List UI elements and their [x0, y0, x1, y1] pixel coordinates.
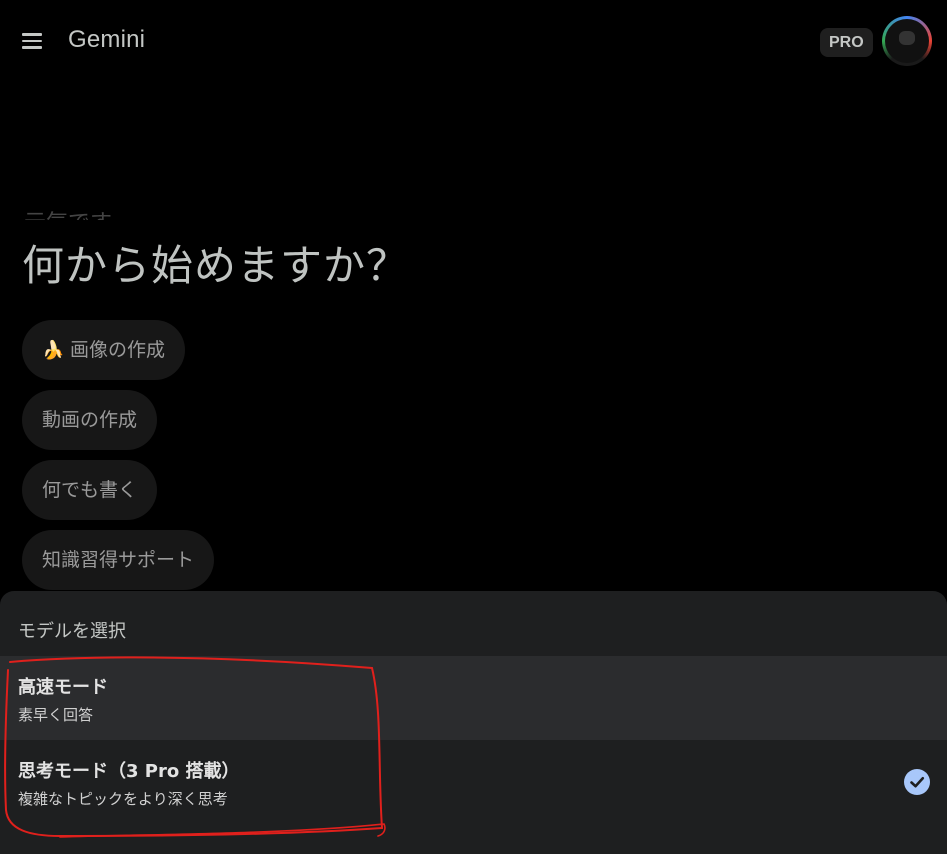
- chip-label: 画像の作成: [70, 339, 166, 361]
- app-title: Gemini: [68, 26, 146, 53]
- chip-label: 動画の作成: [42, 409, 138, 431]
- app-root: Gemini PRO 元気です 何から始めますか？ 🍌画像の作成 動画の作成 何…: [0, 0, 947, 854]
- option-subtitle: 複雑なトピックをより深く思考: [18, 790, 228, 808]
- suggestion-chip-learn[interactable]: 知識習得サポート: [22, 530, 215, 590]
- suggestion-chip-write[interactable]: 何でも書く: [22, 460, 158, 520]
- model-option-fast[interactable]: 高速モード 素早く回答: [0, 656, 947, 740]
- model-option-thinking[interactable]: 思考モード（3 Pro 搭載） 複雑なトピックをより深く思考: [0, 740, 947, 824]
- banana-icon: 🍌: [42, 340, 65, 361]
- chip-label: 何でも書く: [42, 479, 138, 501]
- check-circle-icon: [904, 769, 930, 795]
- suggestion-chip-image[interactable]: 🍌 画像の作成: [22, 320, 186, 380]
- option-title: 高速モード: [18, 677, 108, 698]
- greeting-partial: 元気です: [24, 204, 144, 220]
- avatar-image: [885, 19, 929, 63]
- suggestion-chip-video[interactable]: 動画の作成: [22, 390, 158, 450]
- greeting-title: 何から始めますか？: [22, 241, 410, 290]
- model-select-sheet: モデルを選択 高速モード 素早く回答 思考モード（3 Pro 搭載） 複雑なトピ…: [0, 591, 947, 854]
- option-title: 思考モード（3 Pro 搭載）: [18, 761, 240, 782]
- account-avatar[interactable]: [882, 16, 932, 66]
- option-subtitle: 素早く回答: [18, 706, 94, 724]
- sheet-title: モデルを選択: [18, 621, 126, 642]
- hamburger-menu-icon[interactable]: [22, 33, 44, 51]
- top-bar: Gemini PRO: [0, 0, 947, 84]
- pro-badge[interactable]: PRO: [820, 28, 873, 57]
- chip-label: 知識習得サポート: [42, 549, 195, 571]
